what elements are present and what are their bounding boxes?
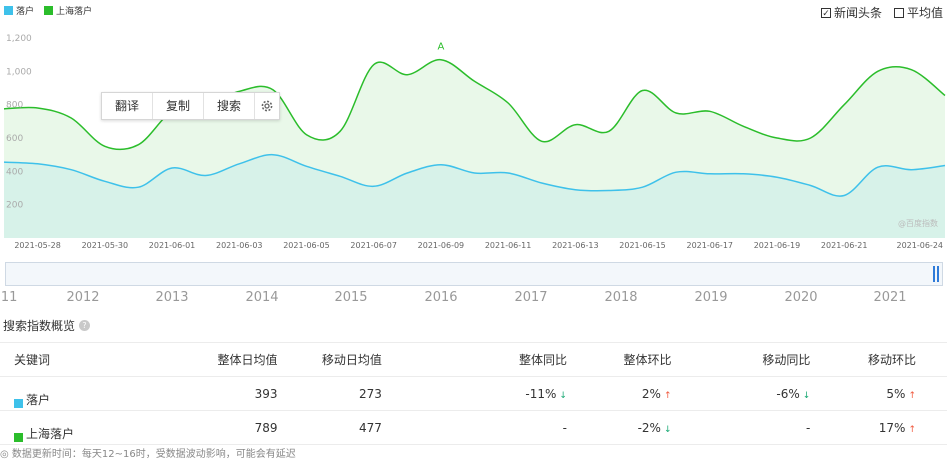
x-tick-label: 2021-06-17 <box>687 241 734 250</box>
overview-table: 关键词 整体日均值 移动日均值 整体同比 整体环比 移动同比 移动环比 落户 3… <box>0 342 947 445</box>
y-tick-label: 800 <box>6 101 23 111</box>
arrow-down-icon: ↓ <box>559 390 567 401</box>
timeline-years: 011 2012 2013 2014 2015 2016 2017 2018 2019 2020 2… <box>0 290 947 308</box>
series-color-swatch <box>14 399 23 408</box>
update-footnote: ◎ 数据更新时间：每天12~16时，受数据波动影响，可能会有延迟 <box>0 449 296 460</box>
header-overall-avg: 整体日均值 <box>161 342 278 377</box>
translate-button[interactable]: 翻译 <box>102 93 154 119</box>
mobile-mom-value: 5% <box>886 386 906 401</box>
overall-yoy-value: - <box>562 420 567 435</box>
arrow-down-icon: ↓ <box>663 424 672 435</box>
timeline-year-label: 2016 <box>424 290 458 305</box>
legend-swatch <box>4 6 13 15</box>
keyword-label: 上海落户 <box>26 427 75 441</box>
selection-popup: 翻译 复制 搜索 <box>101 92 281 120</box>
checkbox-unchecked-icon <box>893 7 904 18</box>
header-overall-yoy: 整体同比 <box>381 342 567 377</box>
x-tick-label: 2021-06-19 <box>754 241 801 250</box>
news-annotation-marker[interactable]: A <box>437 42 444 53</box>
x-tick-label: 2021-05-28 <box>14 241 61 250</box>
legend-item[interactable]: 落户 <box>4 4 34 17</box>
overall-yoy-value: -11% <box>525 386 557 401</box>
header-keyword: 关键词 <box>0 342 162 377</box>
y-tick-label: 400 <box>6 167 23 177</box>
table-header-row: 关键词 整体日均值 移动日均值 整体同比 整体环比 移动同比 移动环比 <box>0 342 947 377</box>
header-overall-mom: 整体环比 <box>566 342 672 377</box>
x-tick-label: 2021-06-03 <box>216 241 263 250</box>
x-tick-label: 2021-06-05 <box>283 241 330 250</box>
search-button[interactable]: 搜索 <box>204 93 256 119</box>
timeline-year-label: 2019 <box>694 290 728 305</box>
y-tick-label: 600 <box>6 134 23 144</box>
x-tick-label: 2021-06-13 <box>552 241 599 250</box>
copy-button[interactable]: 复制 <box>153 93 205 119</box>
timeline-year-label: 011 <box>0 290 18 305</box>
range-handle[interactable] <box>933 266 939 282</box>
arrow-up-icon: ↑ <box>908 424 916 435</box>
timeline-year-label: 2012 <box>66 290 100 305</box>
help-icon[interactable]: ? <box>79 320 91 331</box>
header-mobile-mom: 移动环比 <box>810 342 947 377</box>
timeline-year-label: 2014 <box>245 290 279 305</box>
checkbox-checked-icon: ✓ <box>820 7 831 19</box>
overview-title: 搜索指数概览 <box>3 319 76 333</box>
y-tick-label: 1,200 <box>6 34 32 44</box>
legend-swatch <box>44 6 54 15</box>
series-color-swatch <box>14 433 23 442</box>
news-headlines-label: 新闻头条 <box>833 6 882 20</box>
timeline-year-label: 2015 <box>334 290 368 305</box>
header-mobile-avg: 移动日均值 <box>277 342 382 377</box>
mobile-mom-value: 17% <box>878 420 906 435</box>
y-tick-label: 1,000 <box>6 67 32 77</box>
overall-mom-value: -2% <box>637 420 661 435</box>
x-tick-label: 2021-05-30 <box>82 241 129 250</box>
chart-legend: 落户 上海落户 <box>4 4 92 17</box>
x-tick-label: 2021-06-09 <box>418 241 465 250</box>
overall-avg-value: 789 <box>161 410 278 445</box>
chart-options: ✓ 新闻头条 平均值 <box>820 4 943 21</box>
timeline-scrollbar[interactable] <box>5 262 943 286</box>
x-tick-label: 2021-06-21 <box>821 241 868 250</box>
overall-avg-value: 393 <box>161 376 278 411</box>
legend-item[interactable]: 上海落户 <box>44 4 92 17</box>
arrow-up-icon: ↑ <box>663 390 672 401</box>
timeline-year-label: 2013 <box>155 290 189 305</box>
mobile-avg-value: 273 <box>277 376 382 411</box>
watermark: @百度指数 <box>898 218 938 228</box>
header-mobile-yoy: 移动同比 <box>671 342 811 377</box>
trend-chart[interactable]: 200 400 600 800 1,000 1,200 2021-05-28 2021-05-… <box>0 26 947 258</box>
table-row: 上海落户 789 477 - -2% ↓ - 17% ↑ <box>0 410 947 445</box>
mobile-avg-value: 477 <box>277 410 382 445</box>
news-headlines-checkbox[interactable]: ✓ 新闻头条 <box>820 4 882 21</box>
keyword-label: 落户 <box>26 393 51 407</box>
timeline-year-label: 2021 <box>873 290 907 305</box>
mobile-yoy-value: - <box>806 420 811 435</box>
timeline-year-label: 2020 <box>784 290 818 305</box>
average-label: 平均值 <box>906 6 943 20</box>
x-tick-label: 2021-06-07 <box>350 241 397 250</box>
y-tick-label: 200 <box>6 201 23 211</box>
x-tick-label: 2021-06-11 <box>485 241 532 250</box>
timeline-year-label: 2017 <box>514 290 548 305</box>
legend-label: 上海落户 <box>56 7 93 17</box>
mobile-yoy-value: -6% <box>776 386 800 401</box>
legend-label: 落户 <box>16 7 35 17</box>
x-tick-label: 2021-06-01 <box>149 241 196 250</box>
arrow-up-icon: ↑ <box>908 390 916 401</box>
overall-mom-value: 2% <box>641 386 661 401</box>
gear-icon[interactable] <box>255 93 279 119</box>
table-row: 落户 393 273 -11% ↓ 2% ↑ -6% ↓ 5% ↑ <box>0 376 947 411</box>
timeline-year-label: 2018 <box>604 290 638 305</box>
x-tick-label: 2021-06-24 <box>897 241 944 250</box>
average-checkbox[interactable]: 平均值 <box>893 4 943 21</box>
arrow-down-icon: ↓ <box>802 390 811 401</box>
x-tick-label: 2021-06-15 <box>619 241 666 250</box>
overview-header: 搜索指数概览 ? <box>3 317 91 334</box>
